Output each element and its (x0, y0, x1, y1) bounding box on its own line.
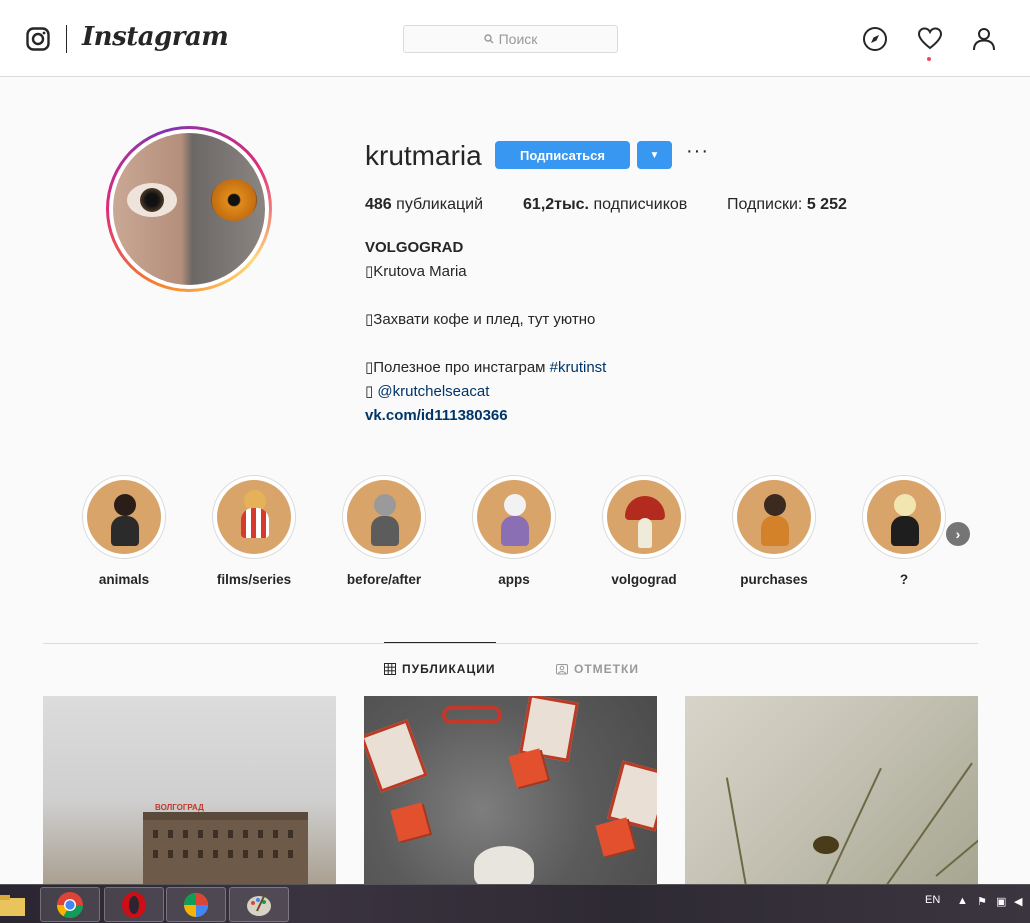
posts-count: 486 (365, 196, 392, 213)
chevron-down-icon: ▼ (649, 149, 660, 161)
post-bee (813, 836, 839, 854)
highlight-label: films/series (216, 572, 292, 587)
search-placeholder: Поиск (498, 31, 538, 47)
profile-bio: VOLGOGRAD ▯Krutova Maria ▯Захвати кофе и… (365, 236, 606, 428)
posts-stat: 486 публикаций (365, 196, 483, 214)
followers-stat[interactable]: 61,2тыс. подписчиков (523, 196, 687, 214)
instagram-logo-icon[interactable] (26, 27, 50, 51)
tagged-photo-icon (556, 664, 568, 675)
grid-icon (384, 663, 396, 675)
chrome-icon[interactable] (40, 887, 100, 922)
story-highlights: animals films/series before/after apps v… (82, 475, 952, 595)
paint-palette-icon[interactable] (229, 887, 289, 922)
suggestions-dropdown-button[interactable]: ▼ (637, 141, 672, 169)
tray-action-center-icon[interactable]: ⚑ (977, 895, 987, 908)
bio-website-link[interactable]: vk.com/id111380366 (365, 404, 606, 428)
more-options-icon[interactable]: ··· (686, 141, 708, 166)
tray-show-hidden-icon[interactable]: ▲ (957, 895, 968, 907)
search-input[interactable]: Поиск (403, 25, 618, 53)
post-thumbnail[interactable] (685, 696, 978, 886)
highlight-item[interactable]: films/series (212, 475, 296, 587)
logo-divider (66, 25, 67, 53)
following-count: 5 252 (806, 196, 847, 213)
post-sunglasses (442, 706, 502, 724)
followers-label: подписчиков (593, 196, 688, 213)
instagram-wordmark[interactable]: Instagram (82, 22, 229, 52)
tray-volume-icon[interactable]: ◀ (1014, 895, 1022, 908)
highlight-item[interactable]: volgograd (602, 475, 686, 587)
highlight-item[interactable]: purchases (732, 475, 816, 587)
tab-posts[interactable]: ПУБЛИКАЦИИ (384, 662, 495, 676)
bio-line-mention: ▯ @krutchelseacat (365, 383, 490, 400)
tab-posts-label: ПУБЛИКАЦИИ (402, 662, 496, 676)
search-icon (483, 34, 494, 44)
post-thumbnail[interactable]: ВОЛГОГРАД (43, 696, 336, 886)
followers-count: 61,2тыс. (523, 196, 589, 213)
posts-label: публикаций (396, 196, 484, 213)
highlight-label: purchases (740, 572, 808, 587)
highlight-cover (737, 480, 811, 554)
highlights-next-arrow-icon[interactable]: › (946, 522, 970, 546)
highlight-item[interactable]: before/after (342, 475, 426, 587)
post-building (143, 812, 308, 886)
file-explorer-icon[interactable] (0, 887, 30, 922)
highlight-label: apps (498, 572, 530, 587)
highlight-label: volgograd (611, 572, 677, 587)
post-thumbnail[interactable] (364, 696, 657, 886)
heart-activity-icon[interactable] (917, 26, 943, 52)
avatar-human-eye (127, 183, 177, 217)
highlight-cover (217, 480, 291, 554)
profile-avatar-ring[interactable] (106, 126, 272, 292)
profile-stats: 486 публикаций 61,2тыс. подписчиков (365, 196, 727, 214)
active-tab-indicator (384, 642, 496, 643)
following-label: Подписки: (727, 196, 803, 213)
highlight-cover (477, 480, 551, 554)
compass-explore-icon[interactable] (862, 26, 888, 52)
tab-tagged[interactable]: ОТМЕТКИ (556, 662, 639, 676)
follow-button[interactable]: Подписаться (495, 141, 630, 169)
notification-dot (927, 57, 931, 61)
tabs-divider (43, 643, 978, 644)
opera-icon[interactable] (104, 887, 164, 922)
highlight-cover (347, 480, 421, 554)
highlight-cover (87, 480, 161, 554)
bio-name: VOLGOGRAD (365, 239, 464, 256)
highlight-label: ? (899, 572, 909, 587)
avatar (113, 133, 265, 285)
bio-hashtag-link[interactable]: #krutinst (550, 359, 607, 376)
tray-language-indicator[interactable]: EN (925, 894, 940, 906)
highlight-item[interactable]: apps (472, 475, 556, 587)
highlight-cover (607, 480, 681, 554)
highlight-item[interactable]: animals (82, 475, 166, 587)
highlight-cover (867, 480, 941, 554)
avatar-cat-eye (211, 179, 257, 221)
paint-3d-icon[interactable] (166, 887, 226, 922)
bio-line-coffee: ▯Захвати кофе и плед, тут уютно (365, 311, 596, 328)
bio-line-useful: ▯Полезное про инстаграм #krutinst (365, 359, 607, 376)
profile-username: krutmaria (365, 140, 482, 171)
bio-line-name: ▯Krutova Maria (365, 263, 467, 280)
highlight-item[interactable]: ? (862, 475, 946, 587)
following-stat[interactable]: Подписки: 5 252 (727, 196, 847, 214)
bio-mention-link[interactable]: @krutchelseacat (377, 383, 489, 400)
tab-tagged-label: ОТМЕТКИ (574, 662, 639, 676)
highlight-label: before/after (346, 572, 422, 587)
top-navigation: Instagram Поиск (0, 0, 1030, 77)
windows-taskbar (0, 884, 1030, 923)
post-bowl (474, 846, 534, 886)
post-volgograd-sign: ВОЛГОГРАД (155, 803, 204, 812)
profile-user-icon[interactable] (971, 26, 997, 52)
tray-network-icon[interactable]: ▣ (996, 895, 1006, 908)
highlight-label: animals (98, 572, 150, 587)
